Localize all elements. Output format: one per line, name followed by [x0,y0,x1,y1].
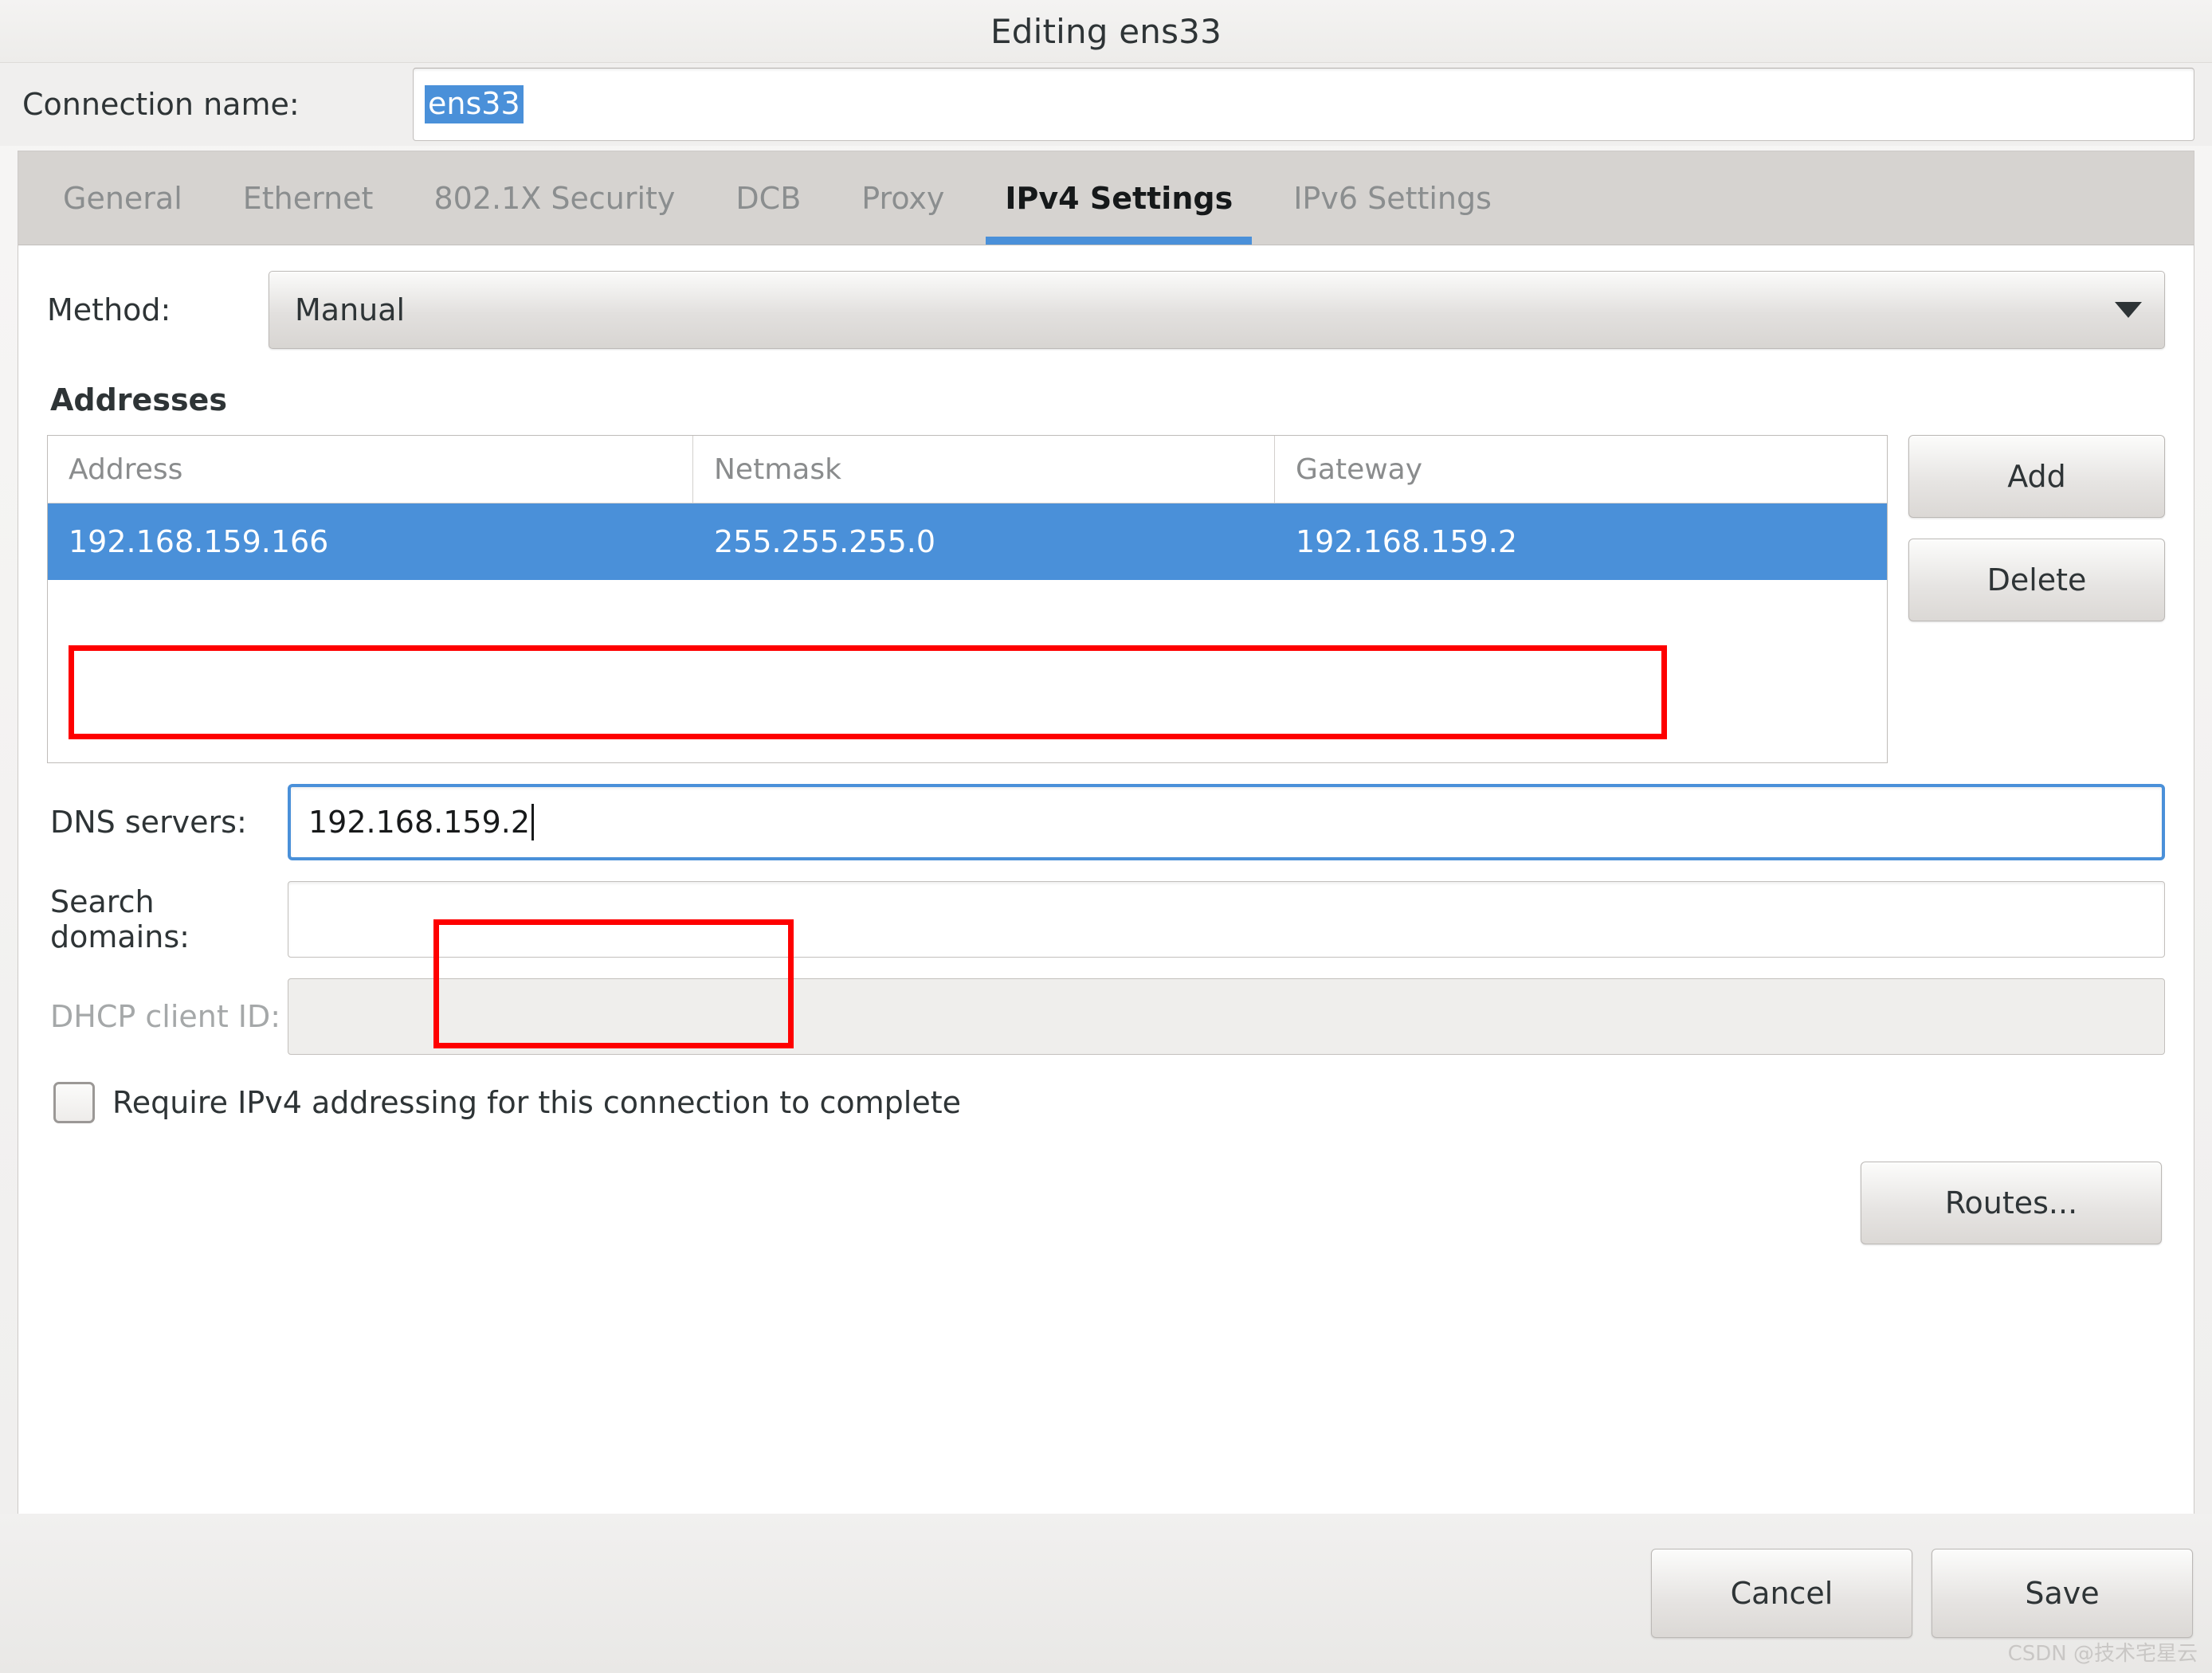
column-header-netmask[interactable]: Netmask [693,436,1275,503]
tab-ethernet[interactable]: Ethernet [213,151,404,245]
dialog-titlebar: Editing ens33 [0,0,2212,63]
dns-servers-value: 192.168.159.2 [308,805,531,840]
save-button[interactable]: Save [1932,1549,2193,1638]
dhcp-client-id-label: DHCP client ID: [50,999,281,1034]
require-ipv4-label: Require IPv4 addressing for this connect… [112,1085,962,1120]
method-label: Method: [47,292,171,327]
settings-notebook: General Ethernet 802.1X Security DCB Pro… [18,151,2194,1514]
text-cursor [531,804,535,840]
tab-ipv6-settings[interactable]: IPv6 Settings [1263,151,1522,245]
cell-gateway: 192.168.159.2 [1296,524,1518,559]
ipv4-settings-page: Method: Manual Addresses Address Netmask… [18,245,2194,1514]
connection-name-label: Connection name: [22,87,300,122]
dns-servers-label: DNS servers: [50,805,247,840]
dhcp-client-id-row: DHCP client ID: [47,978,2165,1055]
connection-name-row: Connection name: ens33 [0,63,2212,146]
routes-button[interactable]: Routes... [1861,1162,2162,1244]
method-selected-value: Manual [295,292,406,327]
tab-general[interactable]: General [33,151,213,245]
edit-connection-dialog: Editing ens33 Connection name: ens33 Gen… [0,0,2212,1673]
dns-servers-input[interactable]: 192.168.159.2 [288,784,2165,860]
dns-servers-row: DNS servers: 192.168.159.2 [47,784,2165,860]
method-row: Method: Manual [47,271,2165,349]
connection-name-value: ens33 [425,85,524,123]
table-row[interactable]: 192.168.159.166 255.255.255.0 192.168.15… [48,503,1887,580]
require-ipv4-checkbox[interactable] [53,1082,95,1123]
search-domains-row: Search domains: [47,881,2165,958]
addresses-table[interactable]: Address Netmask Gateway 192.168.159.166 … [47,435,1888,763]
tab-dcb[interactable]: DCB [705,151,831,245]
search-domains-label: Search domains: [50,884,190,954]
add-address-button[interactable]: Add [1908,435,2165,518]
routes-row: Routes... [47,1162,2165,1244]
column-header-address[interactable]: Address [48,436,693,503]
method-dropdown[interactable]: Manual [269,271,2165,349]
connection-name-input[interactable]: ens33 [413,68,2194,141]
cancel-button[interactable]: Cancel [1651,1549,1912,1638]
tab-proxy[interactable]: Proxy [831,151,975,245]
require-ipv4-row[interactable]: Require IPv4 addressing for this connect… [47,1082,2165,1123]
chevron-down-icon [2115,302,2142,318]
dhcp-client-id-input [288,978,2165,1055]
addresses-area: Address Netmask Gateway 192.168.159.166 … [47,435,2165,763]
watermark-text: CSDN @技术宅星云 [2007,1642,2198,1666]
dialog-title: Editing ens33 [990,11,1222,51]
tab-ipv4-settings[interactable]: IPv4 Settings [975,151,1263,245]
addresses-section-title: Addresses [50,382,227,417]
cell-netmask: 255.255.255.0 [714,524,936,559]
dialog-action-bar: Cancel Save CSDN @技术宅星云 [0,1514,2212,1673]
column-header-gateway[interactable]: Gateway [1275,436,1887,503]
tab-8021x-security[interactable]: 802.1X Security [403,151,705,245]
addresses-buttons: Add Delete [1908,435,2165,621]
tab-bar: General Ethernet 802.1X Security DCB Pro… [18,151,2194,245]
search-domains-input[interactable] [288,881,2165,958]
delete-address-button[interactable]: Delete [1908,539,2165,621]
addresses-table-header: Address Netmask Gateway [48,436,1887,503]
cell-address: 192.168.159.166 [69,524,329,559]
